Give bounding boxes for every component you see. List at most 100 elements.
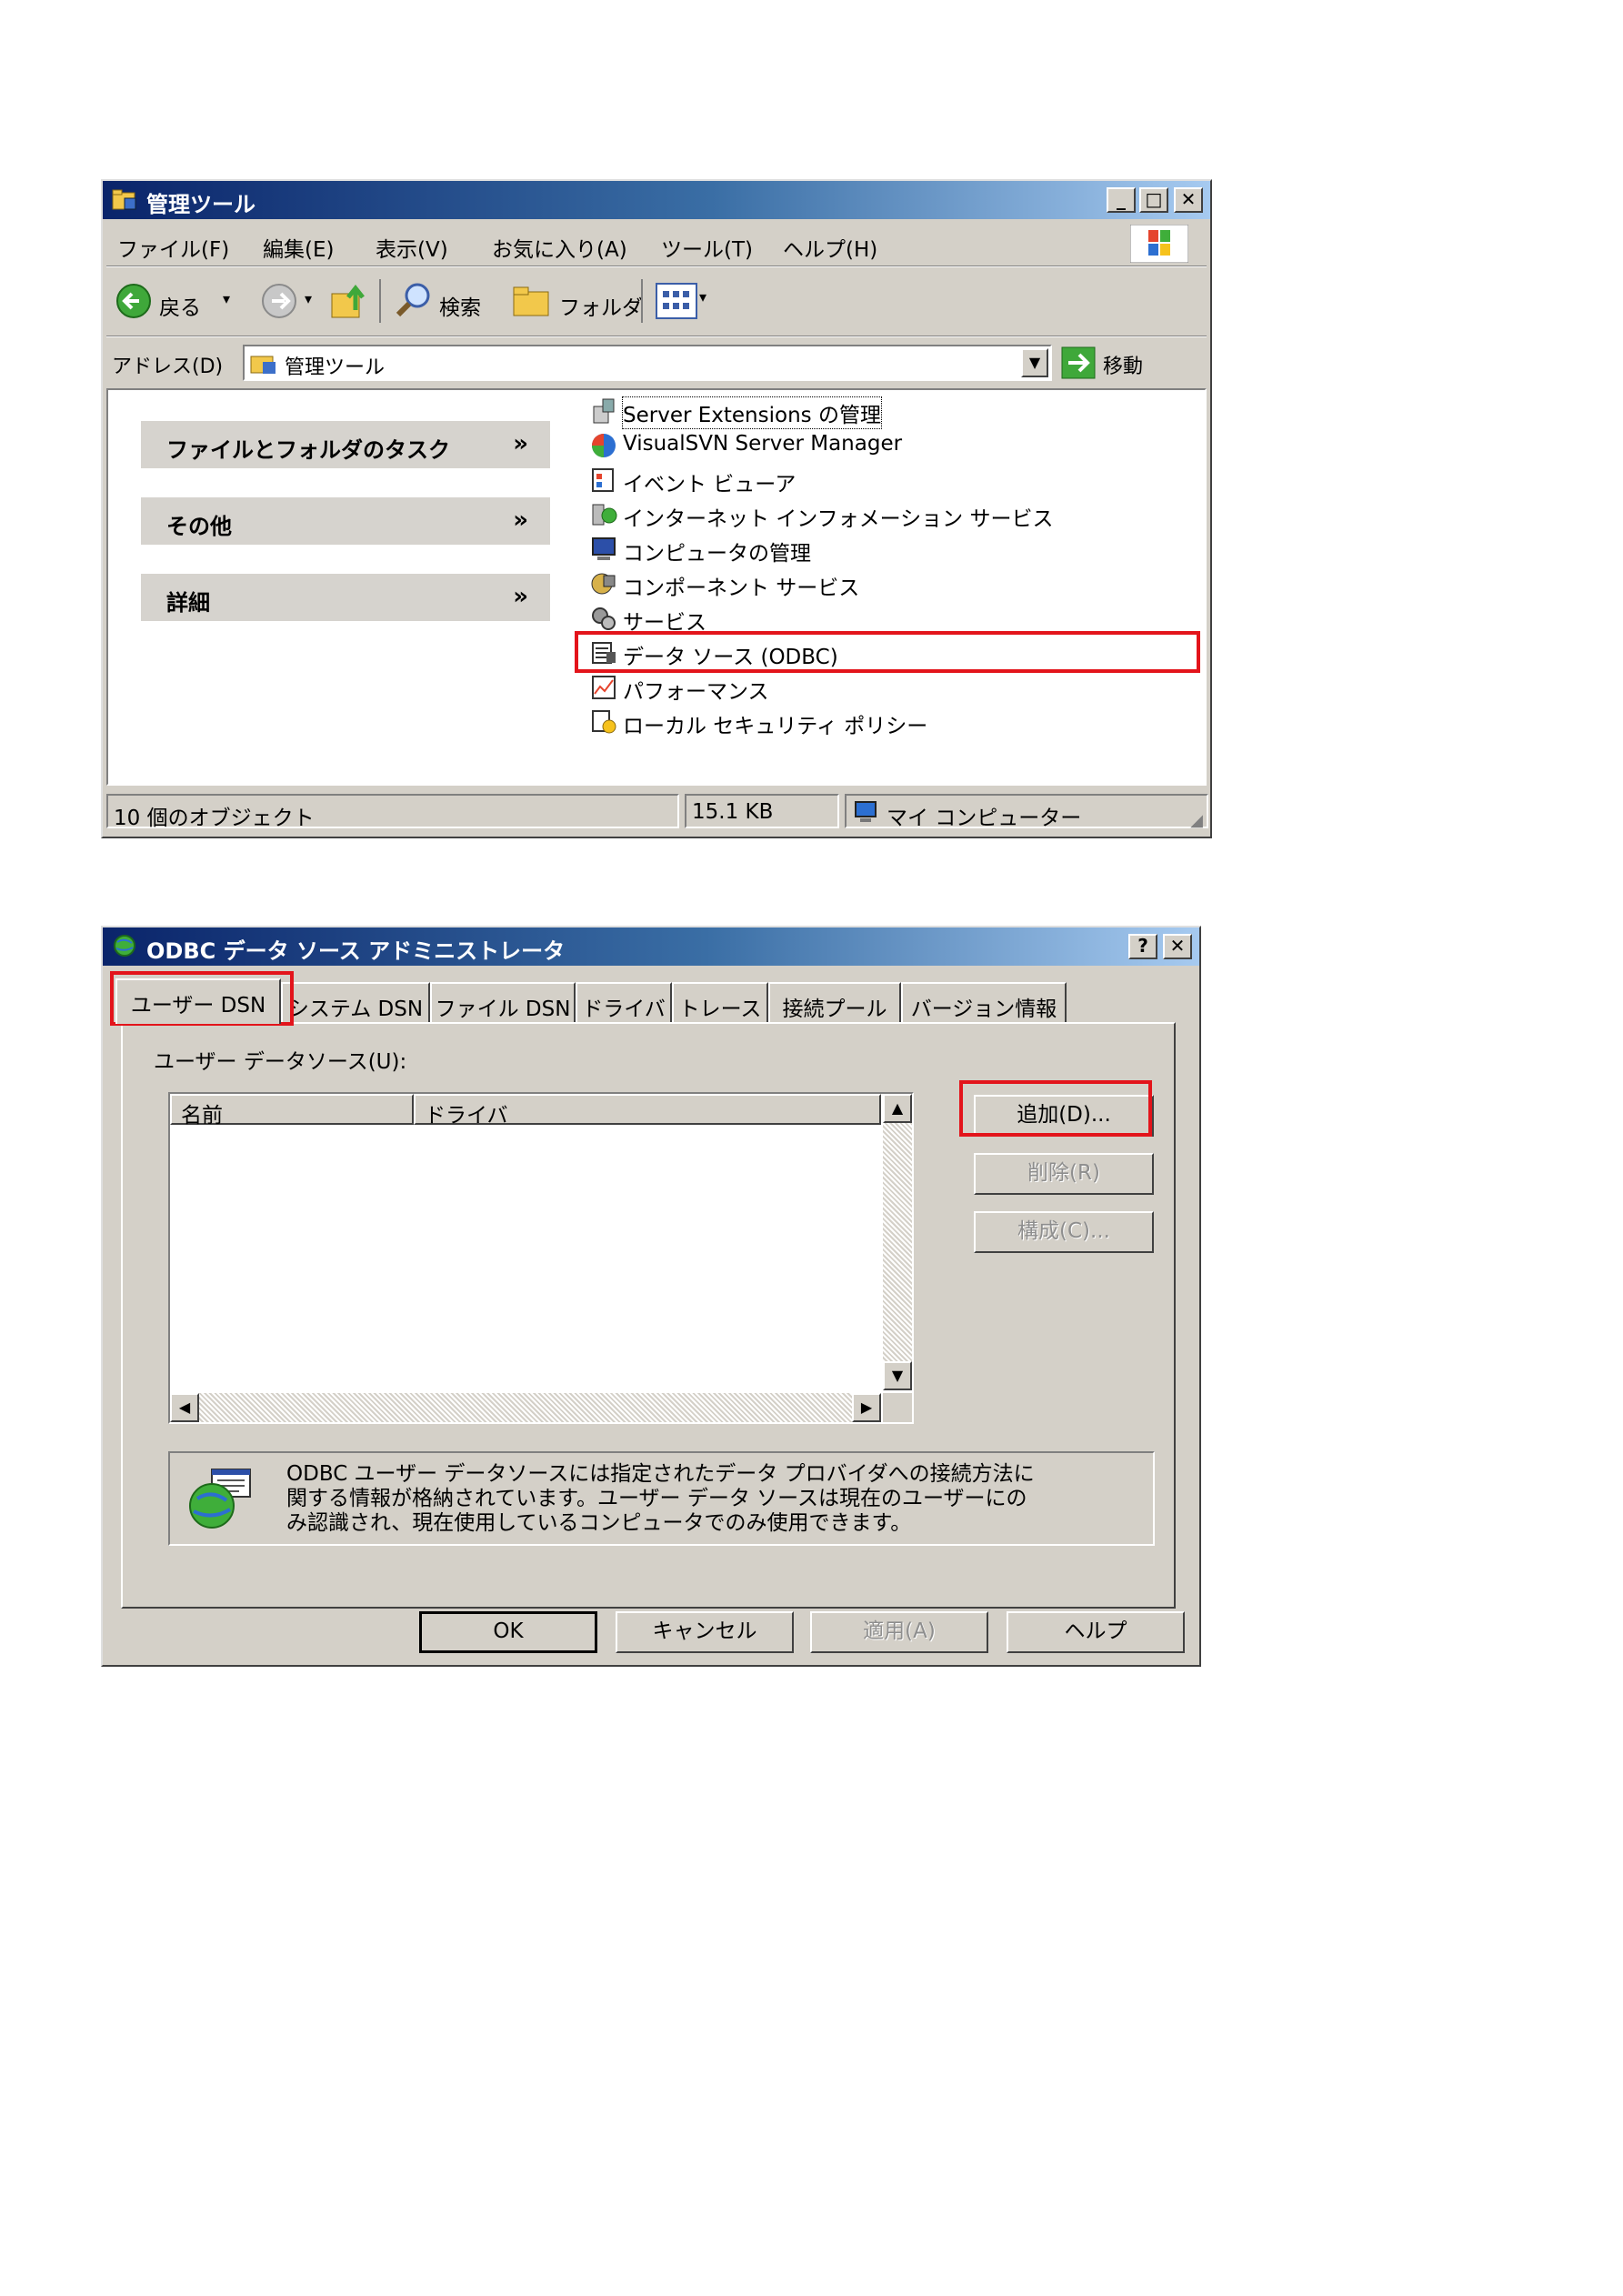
folder-tools-icon [250, 356, 276, 374]
forward-dropdown-icon[interactable]: ▾ [305, 290, 312, 307]
apply-button[interactable]: 適用(A) [810, 1611, 988, 1653]
question-icon: ? [1137, 935, 1148, 957]
explorer-titlebar[interactable]: 管理ツール _ □ ✕ [103, 181, 1210, 219]
double-chevron-icon[interactable]: » [513, 506, 528, 534]
vertical-scroll-track[interactable] [883, 1123, 912, 1361]
address-label: アドレス(D) [112, 356, 224, 378]
tab-connection-pool[interactable]: 接続プール [768, 982, 901, 1022]
help-button[interactable]: ヘルプ [1007, 1611, 1185, 1653]
tab-user-dsn[interactable]: ユーザー DSN [115, 978, 281, 1024]
info-line: み認識され、現在使用しているコンピュータでのみ使用できます。 [286, 1511, 912, 1535]
go-arrow-icon[interactable] [1061, 346, 1096, 379]
menu-edit[interactable]: 編集(E) [263, 232, 334, 263]
views-dropdown-icon[interactable]: ▾ [699, 288, 706, 306]
back-arrow-icon[interactable] [115, 283, 152, 319]
user-datasource-label: ユーザー データソース(U): [154, 1050, 407, 1074]
file-item-label: インターネット インフォメーション サービス [623, 507, 1054, 531]
tab-file-dsn[interactable]: ファイル DSN [430, 982, 576, 1022]
context-help-button[interactable]: ? [1128, 934, 1157, 959]
window-title: 管理ツール [146, 192, 255, 217]
cancel-button[interactable]: キャンセル [616, 1611, 794, 1653]
double-chevron-icon[interactable]: » [513, 430, 528, 457]
close-button[interactable]: ✕ [1174, 187, 1203, 213]
odbc-titlebar[interactable]: ODBC データ ソース アドミニストレータ ? ✕ [103, 927, 1199, 966]
arrow-up-icon: ▲ [891, 1099, 904, 1117]
tab-about[interactable]: バージョン情報 [901, 982, 1067, 1022]
scroll-right-button[interactable]: ▶ [852, 1393, 881, 1422]
status-size: 15.1 KB [692, 800, 774, 824]
double-chevron-icon[interactable]: » [513, 583, 528, 610]
menu-separator [106, 266, 1207, 267]
dialog-footer: OK キャンセル 適用(A) ヘルプ [103, 1611, 1199, 1657]
task-panel-title: 詳細 [166, 590, 210, 616]
status-size-cell: 15.1 KB [685, 794, 839, 828]
column-header-name[interactable]: 名前 [170, 1094, 414, 1128]
menu-tools[interactable]: ツール(T) [661, 232, 753, 263]
horizontal-scroll-track[interactable] [199, 1393, 852, 1422]
up-folder-icon[interactable] [330, 283, 370, 321]
globe-icon [114, 935, 135, 957]
iis-icon [592, 504, 617, 526]
info-line: ODBC ユーザー データソースには指定されたデータ プロバイダへの接続方法に [286, 1462, 1035, 1486]
scroll-down-button[interactable]: ▼ [883, 1361, 912, 1390]
folders-label[interactable]: フォルダ [559, 290, 643, 321]
tab-trace[interactable]: トレース [672, 982, 768, 1022]
computer-management-icon [592, 537, 616, 560]
status-count: 10 個のオブジェクト [114, 807, 315, 830]
scroll-up-button[interactable]: ▲ [883, 1094, 912, 1123]
tab-drivers[interactable]: ドライバ [576, 982, 672, 1022]
tab-label: システム DSN [287, 998, 424, 1021]
windows-logo-icon [1130, 225, 1188, 263]
close-button[interactable]: ✕ [1163, 934, 1192, 959]
menu-view[interactable]: 表示(V) [376, 232, 448, 263]
go-label[interactable]: 移動 [1103, 350, 1143, 379]
maximize-icon: □ [1145, 188, 1163, 210]
maximize-button[interactable]: □ [1139, 187, 1168, 213]
scroll-left-button[interactable]: ◀ [170, 1393, 199, 1422]
minimize-button[interactable]: _ [1107, 187, 1136, 213]
file-item-label: ローカル セキュリティ ポリシー [623, 715, 928, 738]
info-box: ODBC ユーザー データソースには指定されたデータ プロバイダへの接続方法に … [168, 1451, 1155, 1546]
datasource-list[interactable]: 名前 ドライバ ▲ ▼ ◀ ▶ [168, 1092, 914, 1424]
performance-icon [592, 676, 616, 699]
ok-button[interactable]: OK [419, 1611, 597, 1653]
task-panel-file-folder[interactable]: ファイルとフォルダのタスク » [141, 421, 550, 468]
forward-arrow-icon[interactable] [261, 283, 297, 319]
menu-help[interactable]: ヘルプ(H) [783, 232, 877, 263]
address-dropdown-button[interactable]: ▼ [1021, 348, 1048, 377]
visualsvn-icon [592, 434, 616, 457]
dialog-title: ODBC データ ソース アドミニストレータ [146, 938, 566, 964]
file-item-label: コンピュータの管理 [623, 542, 811, 566]
file-item-label: イベント ビューア [623, 473, 796, 496]
odbc-dialog: ODBC データ ソース アドミニストレータ ? ✕ ユーザー DSN システム… [101, 926, 1201, 1667]
resize-grip-icon[interactable]: ◢ [1190, 811, 1203, 830]
status-bar: 10 個のオブジェクト 15.1 KB マイ コンピューター ◢ [106, 790, 1208, 832]
tab-label: バージョン情報 [910, 998, 1057, 1021]
search-icon[interactable] [394, 281, 434, 321]
column-header-label: ドライバ [425, 1104, 508, 1128]
folders-icon[interactable] [512, 283, 552, 319]
toolbar: 戻る ▾ ▾ 検索 フォルダ ▾ [106, 270, 1207, 334]
task-panel-other[interactable]: その他 » [141, 497, 550, 545]
task-panel-details[interactable]: 詳細 » [141, 574, 550, 621]
back-dropdown-icon[interactable]: ▾ [223, 290, 230, 307]
configure-button[interactable]: 構成(C)... [974, 1211, 1154, 1253]
status-location-cell: マイ コンピューター [845, 794, 1208, 830]
address-input[interactable]: 管理ツール ▼ [243, 345, 1052, 381]
file-item-label: パフォーマンス [623, 680, 769, 704]
menu-favorites[interactable]: お気に入り(A) [492, 232, 627, 263]
tab-system-dsn[interactable]: システム DSN [281, 982, 430, 1022]
minimize-icon: _ [1117, 188, 1126, 210]
close-icon: ✕ [1169, 935, 1186, 957]
search-label[interactable]: 検索 [439, 290, 481, 321]
event-viewer-icon [592, 468, 614, 492]
odbc-globe-icon [189, 1469, 251, 1529]
views-icon[interactable] [656, 283, 697, 319]
column-header-driver[interactable]: ドライバ [414, 1094, 881, 1128]
folder-tools-icon [112, 189, 136, 210]
remove-button[interactable]: 削除(R) [974, 1153, 1154, 1195]
menu-bar: ファイル(F) 編集(E) 表示(V) お気に入り(A) ツール(T) ヘルプ(… [106, 223, 1207, 265]
back-label[interactable]: 戻る [159, 290, 201, 321]
menu-file[interactable]: ファイル(F) [117, 232, 229, 263]
server-extensions-icon [593, 398, 615, 424]
